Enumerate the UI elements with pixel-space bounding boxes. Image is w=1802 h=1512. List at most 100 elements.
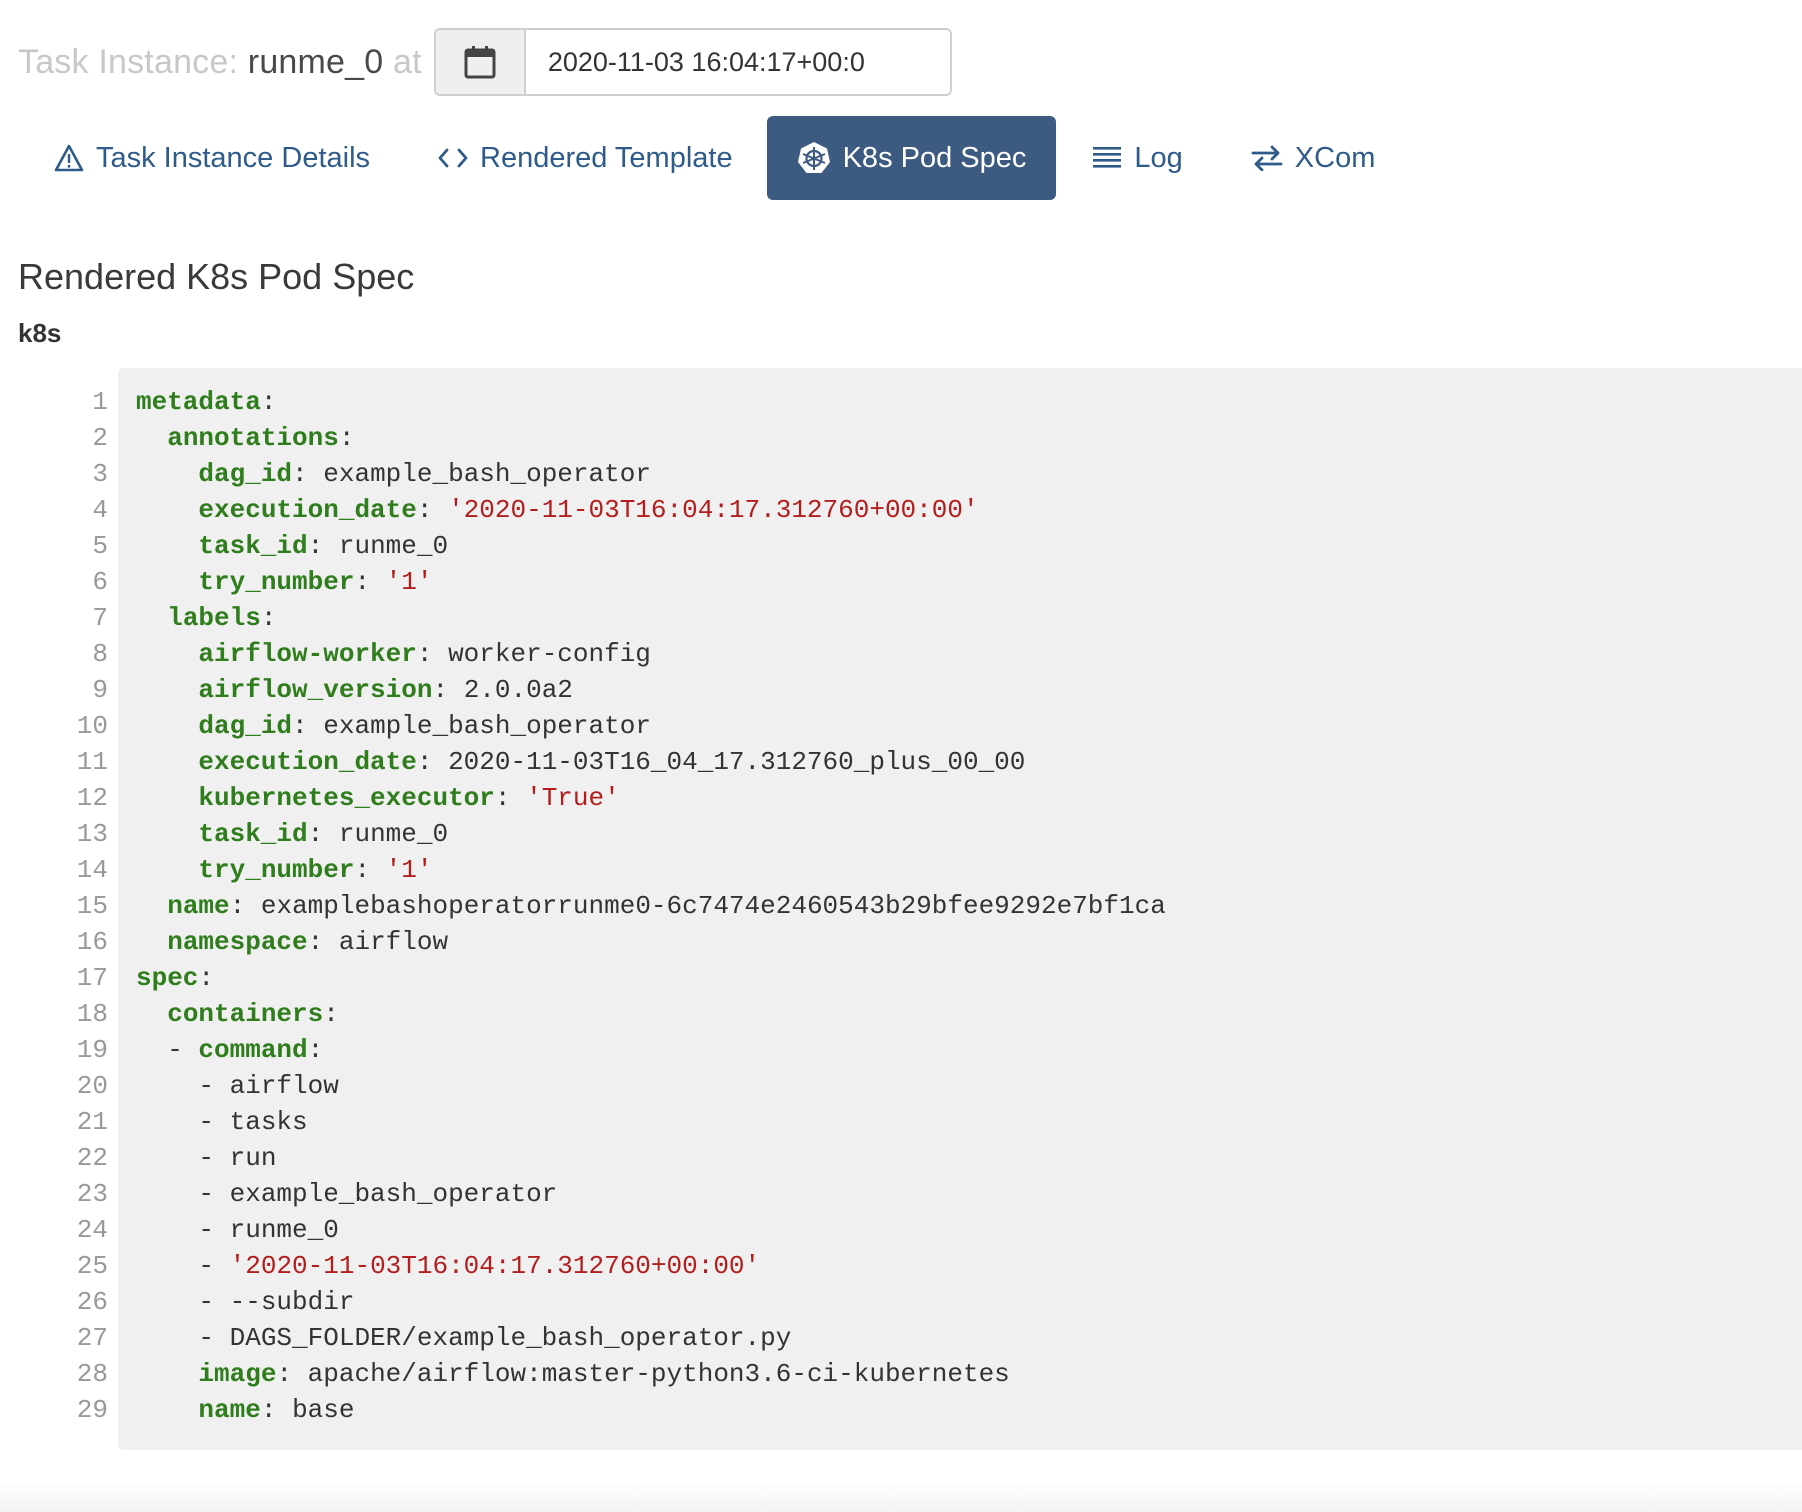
tab-k8s-pod-spec[interactable]: K8s Pod Spec (766, 116, 1057, 200)
yaml-separator: : (354, 855, 386, 885)
line-number: 7 (92, 603, 108, 633)
yaml-value: - run (198, 1143, 277, 1173)
line-number: 4 (92, 495, 108, 525)
yaml-key: task_id (198, 531, 308, 561)
yaml-key: spec (136, 963, 199, 993)
yaml-string: '2020-11-03T16:04:17.312760+00:00' (448, 495, 979, 525)
yaml-value: - runme_0 (198, 1215, 339, 1245)
line-number: 1 (92, 387, 108, 417)
yaml-key: airflow_version (198, 675, 433, 705)
code-line: task_id: runme_0 (136, 816, 1166, 852)
line-number: 28 (76, 1359, 108, 1389)
yaml-value: - airflow (198, 1071, 339, 1101)
yaml-string: '1' (385, 567, 433, 597)
line-number: 6 (92, 567, 108, 597)
page-header: Task Instance: runme_0 at (18, 28, 952, 96)
yaml-value: examplebashoperatorrunme0-6c7474e2460543… (260, 891, 1166, 921)
yaml-separator: : (307, 927, 339, 957)
line-number: 10 (76, 711, 108, 741)
yaml-separator: : (494, 783, 527, 813)
title-label: Task Instance: (18, 42, 239, 81)
tab-log[interactable]: Log (1078, 116, 1196, 200)
yaml-separator: : (292, 711, 324, 741)
yaml-value: - --subdir (198, 1287, 355, 1317)
yaml-key: try_number (198, 567, 355, 597)
kubernetes-helm-icon (797, 141, 831, 175)
title-at: at (393, 42, 422, 81)
code-line: name: base (136, 1392, 1166, 1428)
code-line: kubernetes_executor: 'True' (136, 780, 1166, 816)
code-line: dag_id: example_bash_operator (136, 708, 1166, 744)
yaml-value: base (292, 1395, 355, 1425)
yaml-key: annotations (167, 423, 339, 453)
calendar-icon (464, 46, 496, 79)
swap-arrows-icon (1251, 145, 1283, 171)
yaml-key: execution_date (198, 747, 417, 777)
code-line: annotations: (136, 420, 1166, 456)
yaml-value: airflow (338, 927, 449, 957)
calendar-button[interactable] (435, 30, 526, 94)
code-viewer: 1 2 3 4 5 6 7 8 9 10 11 12 13 14 15 16 17 18 19 20 21 22 23 24 2… (0, 368, 1802, 1450)
yaml-separator: : (276, 1359, 308, 1389)
line-number: 11 (76, 747, 108, 777)
yaml-value: worker-config (448, 639, 651, 669)
yaml-key: kubernetes_executor (198, 783, 495, 813)
line-number-gutter: 1 2 3 4 5 6 7 8 9 10 11 12 13 14 15 16 17 18 19 20 21 22 23 24 2… (0, 384, 108, 1428)
line-number: 18 (76, 999, 108, 1029)
yaml-separator: : (416, 495, 449, 525)
line-number: 14 (76, 855, 108, 885)
code-block: metadata: annotations: dag_id: example_b… (118, 368, 1802, 1450)
line-number: 2 (92, 423, 108, 453)
tab-label: Log (1134, 141, 1183, 174)
footer-divider (0, 1480, 1802, 1512)
yaml-value: example_bash_operator (323, 711, 651, 741)
yaml-separator: : (338, 423, 355, 453)
task-instance-tabs: Task Instance Details Rendered Template (40, 116, 1389, 200)
code-line: - airflow (136, 1068, 1166, 1104)
yaml-value: apache/airflow:master-python3.6-ci-kuber… (307, 1359, 1010, 1389)
line-number: 15 (76, 891, 108, 921)
code-line: dag_id: example_bash_operator (136, 456, 1166, 492)
line-number: 25 (76, 1251, 108, 1281)
code-indent: - (136, 1035, 199, 1065)
yaml-key: execution_date (198, 495, 417, 525)
tab-task-instance-details[interactable]: Task Instance Details (40, 116, 384, 200)
yaml-value: - (198, 1251, 230, 1281)
task-name: runme_0 (247, 42, 384, 81)
yaml-key: labels (167, 603, 261, 633)
tab-rendered-template[interactable]: Rendered Template (424, 116, 747, 200)
yaml-separator: : (260, 387, 277, 417)
yaml-value: runme_0 (338, 819, 449, 849)
code-line: - tasks (136, 1104, 1166, 1140)
yaml-key: name (198, 1395, 261, 1425)
code-line: spec: (136, 960, 1166, 996)
line-number: 23 (76, 1179, 108, 1209)
code-line: - example_bash_operator (136, 1176, 1166, 1212)
code-line: - run (136, 1140, 1166, 1176)
line-number: 26 (76, 1287, 108, 1317)
line-number: 16 (76, 927, 108, 957)
code-line: execution_date: '2020-11-03T16:04:17.312… (136, 492, 1166, 528)
yaml-key: command (198, 1035, 308, 1065)
yaml-separator: : (416, 747, 449, 777)
code-line: name: examplebashoperatorrunme0-6c7474e2… (136, 888, 1166, 924)
line-number: 27 (76, 1323, 108, 1353)
tab-xcom[interactable]: XCom (1237, 116, 1390, 200)
yaml-separator: : (354, 567, 386, 597)
line-number: 24 (76, 1215, 108, 1245)
line-number: 22 (76, 1143, 108, 1173)
yaml-value: runme_0 (338, 531, 449, 561)
execution-date-input[interactable] (525, 30, 950, 94)
yaml-string: '2020-11-03T16:04:17.312760+00:00' (229, 1251, 761, 1281)
yaml-key: containers (167, 999, 324, 1029)
